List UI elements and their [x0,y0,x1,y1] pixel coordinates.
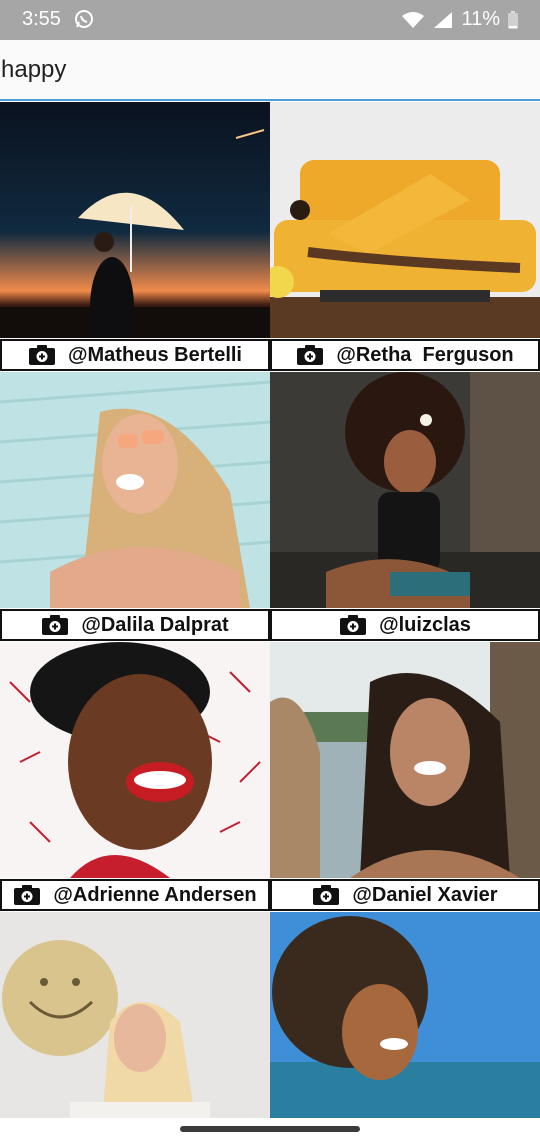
camera-icon [42,615,69,635]
photo-image[interactable] [270,102,540,338]
photo-image[interactable] [0,372,270,608]
status-time: 3:55 [22,8,61,30]
photo-author: @Retha Ferguson [336,343,514,366]
photo-image[interactable] [270,642,540,878]
photo-credit[interactable]: @Dalila Dalprat [0,609,270,641]
whatsapp-icon [75,10,93,28]
wifi-icon [402,11,425,28]
photo-grid[interactable]: @Matheus Bertelli @Retha Ferguson @Dalil… [0,102,540,1120]
photo-credit[interactable]: @Matheus Bertelli [0,339,270,371]
photo-author: @Daniel Xavier [352,883,498,906]
home-gesture-handle[interactable] [180,1126,360,1132]
photo-image[interactable] [0,642,270,878]
signal-icon [434,11,453,28]
navigation-bar [0,1118,540,1140]
camera-icon [29,345,55,365]
photo-image[interactable] [270,912,540,1120]
photo-author: @Adrienne Andersen [53,883,257,906]
camera-icon [313,885,340,905]
photo-image[interactable] [270,372,540,608]
photo-author: @Dalila Dalprat [81,613,229,636]
photo-image[interactable] [0,912,270,1120]
battery-percent: 11% [461,8,500,30]
photo-author: @luizclas [379,613,471,636]
photo-author: @Matheus Bertelli [68,343,242,366]
camera-icon [297,345,324,365]
camera-icon [340,615,367,635]
battery-icon [508,10,518,29]
search-input[interactable] [0,52,536,88]
photo-credit[interactable]: @Adrienne Andersen [0,879,270,911]
status-bar: 3:55 11% [0,0,540,40]
search-bar [0,40,540,101]
camera-icon [14,885,41,905]
photo-credit[interactable]: @Daniel Xavier [270,879,540,911]
photo-credit[interactable]: @Retha Ferguson [270,339,540,371]
photo-image[interactable] [0,102,270,338]
photo-credit[interactable]: @luizclas [270,609,540,641]
